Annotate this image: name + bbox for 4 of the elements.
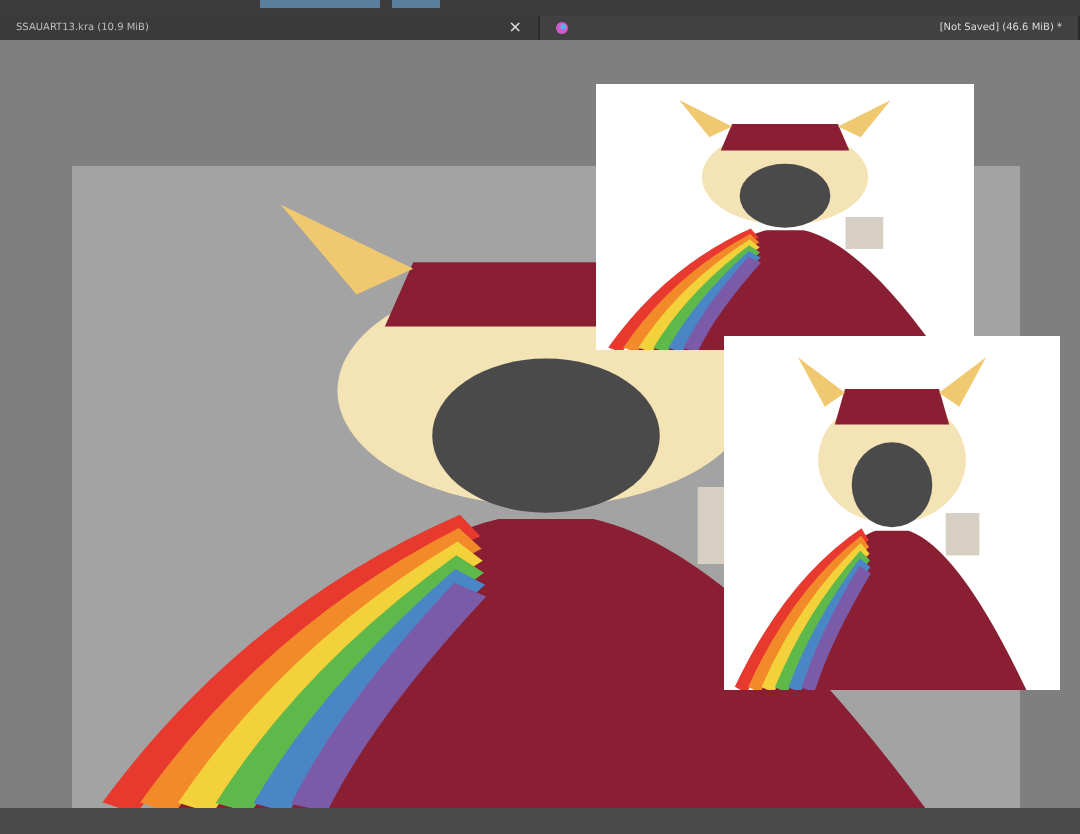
close-button[interactable]: × (508, 20, 522, 36)
app-logo-icon (556, 22, 568, 34)
toolbar-field[interactable] (260, 0, 380, 8)
toolbar-field[interactable] (392, 0, 440, 8)
